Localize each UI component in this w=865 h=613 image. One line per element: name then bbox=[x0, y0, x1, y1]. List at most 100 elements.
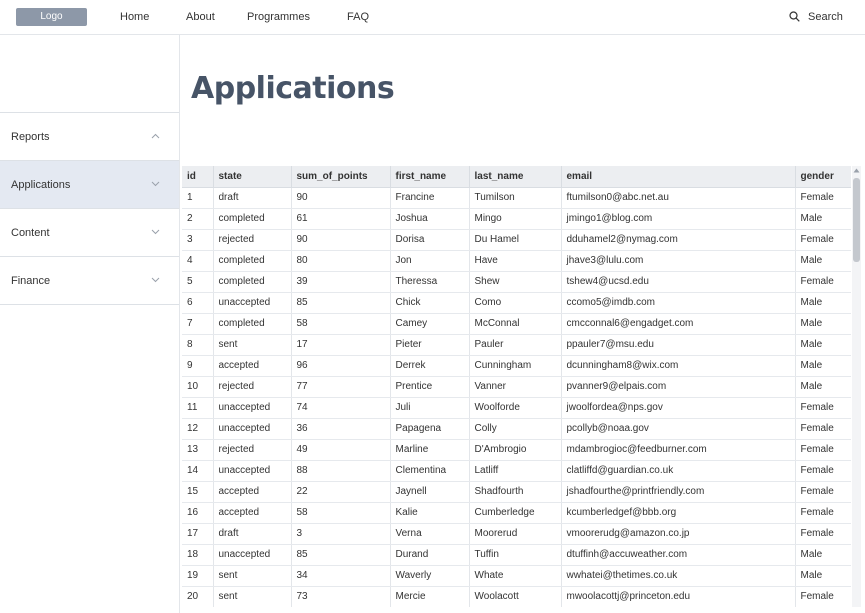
table-row[interactable]: 8 sent 17 Pieter Pauler ppauler7@msu.edu Male bbox=[182, 334, 851, 356]
table-cell-first-name: Derrek bbox=[390, 355, 470, 377]
table-cell-last-name: D'Ambrogio bbox=[469, 439, 562, 461]
table-cell-email: ftumilson0@abc.net.au bbox=[561, 187, 796, 209]
table-cell-email: cmcconnal6@engadget.com bbox=[561, 313, 796, 335]
table-row[interactable]: 6 unaccepted 85 Chick Como ccomo5@imdb.com Mal… bbox=[182, 292, 851, 314]
sidebar-divider bbox=[0, 304, 179, 305]
table-row[interactable]: 15 accepted 22 Jaynell Shadfourth jshadfourth… bbox=[182, 481, 851, 503]
table-scrollbar[interactable] bbox=[852, 166, 861, 607]
table-row[interactable]: 16 accepted 58 Kalie Cumberledge kcumberledge… bbox=[182, 502, 851, 524]
column-header-sum-of-points[interactable]: sum_of_points bbox=[291, 166, 391, 188]
table-cell-first-name: Joshua bbox=[390, 208, 470, 230]
table-row[interactable]: 13 rejected 49 Marline D'Ambrogio mdambrogioc… bbox=[182, 439, 851, 461]
table-row[interactable]: 10 rejected 77 Prentice Vanner pvanner9@elpai… bbox=[182, 376, 851, 398]
table-cell-gender: Female bbox=[795, 418, 851, 440]
nav-programmes[interactable]: Programmes bbox=[247, 10, 310, 24]
table-cell-id: 16 bbox=[182, 502, 214, 524]
sidebar-item-applications[interactable]: Applications bbox=[0, 160, 179, 208]
chevron-down-icon bbox=[151, 181, 160, 187]
table-row[interactable]: 17 draft 3 Verna Moorerud vmoorerudg@amazon.c… bbox=[182, 523, 851, 545]
table-cell-sum-of-points: 58 bbox=[291, 313, 391, 335]
scroll-up-icon[interactable] bbox=[853, 168, 860, 173]
column-header-id[interactable]: id bbox=[182, 166, 214, 188]
sidebar-item-reports[interactable]: Reports bbox=[0, 112, 179, 160]
column-header-state[interactable]: state bbox=[213, 166, 292, 188]
table-row[interactable]: 7 completed 58 Camey McConnal cmcconnal6@enga… bbox=[182, 313, 851, 335]
column-header-email[interactable]: email bbox=[561, 166, 796, 188]
table-cell-last-name: Whate bbox=[469, 565, 562, 587]
column-header-first-name[interactable]: first_name bbox=[390, 166, 470, 188]
table-cell-last-name: Latliff bbox=[469, 460, 562, 482]
table-cell-id: 11 bbox=[182, 397, 214, 419]
table-cell-email: wwhatei@thetimes.co.uk bbox=[561, 565, 796, 587]
table-cell-first-name: Francine bbox=[390, 187, 470, 209]
table-cell-state: unaccepted bbox=[213, 544, 292, 566]
table-cell-sum-of-points: 90 bbox=[291, 187, 391, 209]
sidebar-item-label: Content bbox=[11, 227, 50, 239]
table-row[interactable]: 2 completed 61 Joshua Mingo jmingo1@blog.com M… bbox=[182, 208, 851, 230]
table-cell-first-name: Mercie bbox=[390, 586, 470, 607]
table-cell-sum-of-points: 58 bbox=[291, 502, 391, 524]
table-cell-gender: Female bbox=[795, 187, 851, 209]
table-row[interactable]: 19 sent 34 Waverly Whate wwhatei@thetimes.co.… bbox=[182, 565, 851, 587]
table-row[interactable]: 12 unaccepted 36 Papagena Colly pcollyb@noaa.… bbox=[182, 418, 851, 440]
nav-home[interactable]: Home bbox=[120, 10, 149, 24]
sidebar-item-content[interactable]: Content bbox=[0, 208, 179, 256]
table-cell-id: 9 bbox=[182, 355, 214, 377]
table-row[interactable]: 3 rejected 90 Dorisa Du Hamel dduhamel2@nymag… bbox=[182, 229, 851, 251]
table-cell-last-name: Vanner bbox=[469, 376, 562, 398]
table-cell-last-name: Pauler bbox=[469, 334, 562, 356]
table-row[interactable]: 9 accepted 96 Derrek Cunningham dcunningham8@… bbox=[182, 355, 851, 377]
table-cell-id: 19 bbox=[182, 565, 214, 587]
table-cell-first-name: Papagena bbox=[390, 418, 470, 440]
table-cell-first-name: Jaynell bbox=[390, 481, 470, 503]
table-cell-sum-of-points: 77 bbox=[291, 376, 391, 398]
table-cell-last-name: Como bbox=[469, 292, 562, 314]
nav-about[interactable]: About bbox=[186, 10, 215, 24]
table-cell-state: unaccepted bbox=[213, 460, 292, 482]
table-row[interactable]: 14 unaccepted 88 Clementina Latliff clatliffd… bbox=[182, 460, 851, 482]
sidebar-item-finance[interactable]: Finance bbox=[0, 256, 179, 304]
table-cell-first-name: Durand bbox=[390, 544, 470, 566]
table-cell-gender: Female bbox=[795, 397, 851, 419]
table-row[interactable]: 5 completed 39 Theressa Shew tshew4@ucsd.edu F… bbox=[182, 271, 851, 293]
table-cell-gender: Male bbox=[795, 544, 851, 566]
table-row[interactable]: 1 draft 90 Francine Tumilson ftumilson0@abc.n… bbox=[182, 187, 851, 209]
table-cell-state: completed bbox=[213, 271, 292, 293]
table-cell-sum-of-points: 90 bbox=[291, 229, 391, 251]
chevron-down-icon bbox=[151, 277, 160, 283]
table-cell-first-name: Dorisa bbox=[390, 229, 470, 251]
chevron-down-icon bbox=[151, 229, 160, 235]
table-row[interactable]: 4 completed 80 Jon Have jhave3@lulu.com Male bbox=[182, 250, 851, 272]
sidebar: Reports Applications Content Finance bbox=[0, 35, 180, 613]
logo[interactable]: Logo bbox=[16, 8, 87, 26]
table-row[interactable]: 11 unaccepted 74 Juli Woolforde jwoolfordea@n… bbox=[182, 397, 851, 419]
table-cell-state: unaccepted bbox=[213, 418, 292, 440]
table-cell-last-name: McConnal bbox=[469, 313, 562, 335]
table-row[interactable]: 18 unaccepted 85 Durand Tuffin dtuffinh@accuw… bbox=[182, 544, 851, 566]
table-cell-sum-of-points: 85 bbox=[291, 292, 391, 314]
table-cell-id: 4 bbox=[182, 250, 214, 272]
table-row[interactable]: 20 sent 73 Mercie Woolacott mwoolacottj@princ… bbox=[182, 586, 851, 607]
table-cell-email: ppauler7@msu.edu bbox=[561, 334, 796, 356]
table-cell-id: 2 bbox=[182, 208, 214, 230]
table-cell-last-name: Moorerud bbox=[469, 523, 562, 545]
table-cell-state: sent bbox=[213, 334, 292, 356]
table-cell-email: vmoorerudg@amazon.co.jp bbox=[561, 523, 796, 545]
table-cell-state: completed bbox=[213, 250, 292, 272]
table-cell-id: 10 bbox=[182, 376, 214, 398]
column-header-last-name[interactable]: last_name bbox=[469, 166, 562, 188]
table-cell-last-name: Cumberledge bbox=[469, 502, 562, 524]
table-cell-first-name: Theressa bbox=[390, 271, 470, 293]
table-cell-sum-of-points: 85 bbox=[291, 544, 391, 566]
scrollbar-thumb[interactable] bbox=[853, 178, 860, 262]
table-cell-email: dcunningham8@wix.com bbox=[561, 355, 796, 377]
table-cell-last-name: Shew bbox=[469, 271, 562, 293]
table-cell-state: accepted bbox=[213, 481, 292, 503]
table-cell-id: 15 bbox=[182, 481, 214, 503]
table-cell-sum-of-points: 96 bbox=[291, 355, 391, 377]
table-cell-sum-of-points: 3 bbox=[291, 523, 391, 545]
column-header-gender[interactable]: gender bbox=[795, 166, 851, 188]
nav-faq[interactable]: FAQ bbox=[347, 10, 369, 24]
table-cell-email: pcollyb@noaa.gov bbox=[561, 418, 796, 440]
table-cell-sum-of-points: 73 bbox=[291, 586, 391, 607]
